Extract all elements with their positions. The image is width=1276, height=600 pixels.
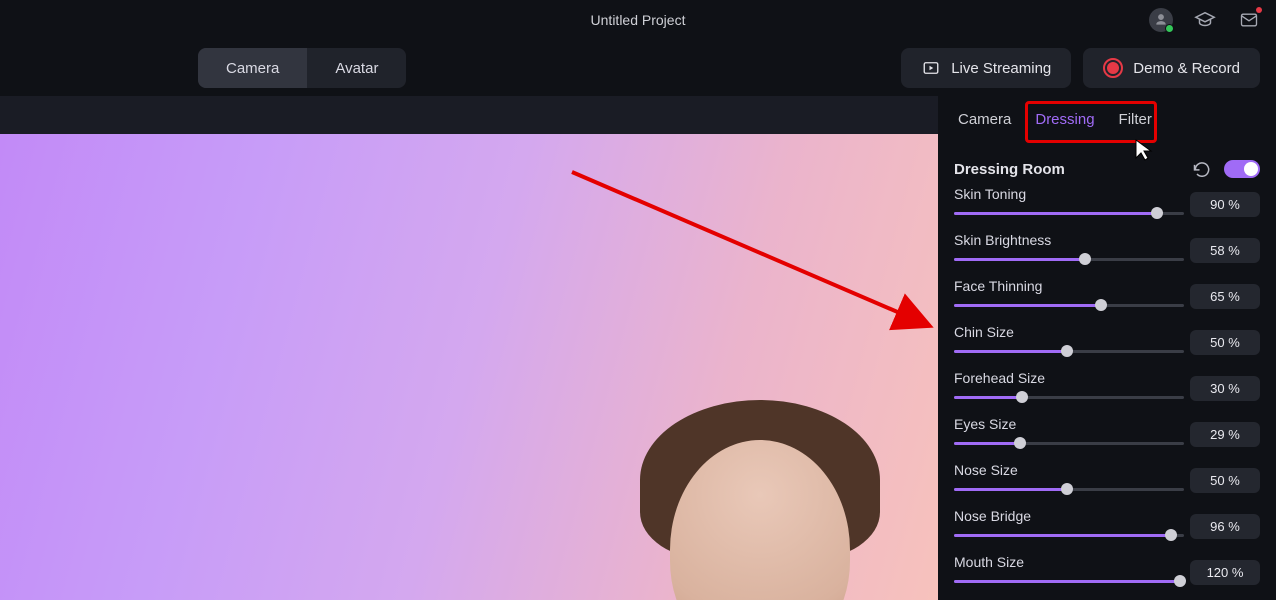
slider-track[interactable] — [954, 250, 1184, 268]
demo-record-label: Demo & Record — [1133, 60, 1240, 77]
tab-avatar[interactable]: Avatar — [307, 48, 406, 88]
slider-thumb[interactable] — [1151, 207, 1163, 219]
slider-label: Forehead Size — [954, 370, 1184, 386]
slider-value: 90 % — [1190, 192, 1260, 217]
slider-value: 58 % — [1190, 238, 1260, 263]
live-streaming-label: Live Streaming — [951, 60, 1051, 77]
project-title: Untitled Project — [591, 12, 686, 28]
slider-label: Chin Size — [954, 324, 1184, 340]
dressing-room-title: Dressing Room — [954, 161, 1065, 178]
side-panel: Camera Dressing Filter Dressing Room Ski… — [938, 96, 1276, 600]
slider-label: Nose Size — [954, 462, 1184, 478]
panel-tab-camera[interactable]: Camera — [958, 111, 1011, 128]
record-icon — [1103, 58, 1123, 78]
mail-icon — [1239, 10, 1259, 30]
notifications-button[interactable] — [1236, 7, 1262, 33]
slider-thumb[interactable] — [1061, 345, 1073, 357]
slider-label: Eyes Size — [954, 416, 1184, 432]
slider-skin-toning: Skin Toning 90 % — [954, 186, 1260, 222]
slider-value: 30 % — [1190, 376, 1260, 401]
slider-value: 96 % — [1190, 514, 1260, 539]
slider-thumb[interactable] — [1079, 253, 1091, 265]
main-toolbar: Camera Avatar Live Streaming Demo & Reco… — [0, 40, 1276, 96]
tutorials-button[interactable] — [1192, 7, 1218, 33]
slider-thumb[interactable] — [1174, 575, 1186, 587]
title-bar: Untitled Project — [0, 0, 1276, 40]
slider-label: Skin Toning — [954, 186, 1184, 202]
canvas-area — [0, 96, 938, 600]
slider-thumb[interactable] — [1016, 391, 1028, 403]
annotation-cursor — [1134, 138, 1154, 162]
slider-track[interactable] — [954, 388, 1184, 406]
dressing-room-header: Dressing Room — [954, 160, 1260, 178]
camera-preview[interactable] — [0, 134, 938, 600]
slider-track[interactable] — [954, 480, 1184, 498]
notification-badge — [1256, 7, 1262, 13]
live-stream-icon — [921, 59, 941, 77]
slider-nose-bridge: Nose Bridge 96 % — [954, 508, 1260, 544]
slider-skin-brightness: Skin Brightness 58 % — [954, 232, 1260, 268]
slider-track[interactable] — [954, 204, 1184, 222]
slider-value: 50 % — [1190, 330, 1260, 355]
canvas-toolbar — [0, 96, 938, 134]
slider-chin-size: Chin Size 50 % — [954, 324, 1260, 360]
slider-eyes-size: Eyes Size 29 % — [954, 416, 1260, 452]
slider-value: 50 % — [1190, 468, 1260, 493]
slider-track[interactable] — [954, 296, 1184, 314]
dressing-room-toggle[interactable] — [1224, 160, 1260, 178]
topbar-icons — [1148, 0, 1262, 40]
slider-value: 120 % — [1190, 560, 1260, 585]
sliders-list: Skin Toning 90 % Skin Brightness 58 % Face T… — [954, 186, 1260, 590]
slider-track[interactable] — [954, 526, 1184, 544]
slider-nose-size: Nose Size 50 % — [954, 462, 1260, 498]
slider-thumb[interactable] — [1061, 483, 1073, 495]
tab-camera[interactable]: Camera — [198, 48, 307, 88]
main-content: Camera Dressing Filter Dressing Room Ski… — [0, 96, 1276, 600]
slider-value: 29 % — [1190, 422, 1260, 447]
panel-tabs: Camera Dressing Filter — [954, 96, 1260, 142]
reset-icon[interactable] — [1192, 161, 1212, 177]
slider-face-thinning: Face Thinning 65 % — [954, 278, 1260, 314]
slider-label: Face Thinning — [954, 278, 1184, 294]
panel-tab-dressing[interactable]: Dressing — [1035, 111, 1094, 128]
slider-track[interactable] — [954, 434, 1184, 452]
slider-thumb[interactable] — [1095, 299, 1107, 311]
slider-mouth-size: Mouth Size 120 % — [954, 554, 1260, 590]
live-streaming-button[interactable]: Live Streaming — [901, 48, 1071, 88]
slider-track[interactable] — [954, 572, 1184, 590]
slider-label: Nose Bridge — [954, 508, 1184, 524]
slider-track[interactable] — [954, 342, 1184, 360]
slider-label: Skin Brightness — [954, 232, 1184, 248]
slider-thumb[interactable] — [1014, 437, 1026, 449]
slider-value: 65 % — [1190, 284, 1260, 309]
demo-record-button[interactable]: Demo & Record — [1083, 48, 1260, 88]
slider-thumb[interactable] — [1165, 529, 1177, 541]
user-avatar-button[interactable] — [1148, 7, 1174, 33]
slider-forehead-size: Forehead Size 30 % — [954, 370, 1260, 406]
online-status-dot — [1165, 24, 1174, 33]
panel-tab-filter[interactable]: Filter — [1119, 111, 1152, 128]
user-icon — [1149, 8, 1173, 32]
mode-segmented-control: Camera Avatar — [198, 48, 406, 88]
graduation-icon — [1194, 9, 1216, 31]
slider-label: Mouth Size — [954, 554, 1184, 570]
